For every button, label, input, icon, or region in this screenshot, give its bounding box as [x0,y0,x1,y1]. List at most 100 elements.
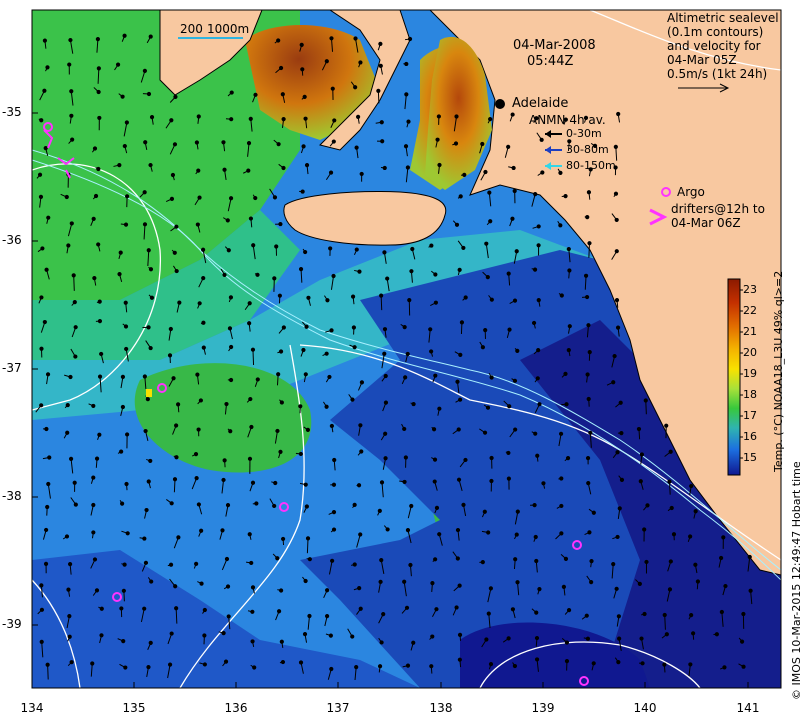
velocity-arrow-head [45,372,51,377]
velocity-arrow-head [303,578,308,584]
velocity-arrow-head [589,559,594,564]
velocity-arrow-head [68,374,73,380]
velocity-arrow-head [359,380,365,385]
velocity-arrow-head [121,638,126,644]
velocity-arrow-head [99,633,104,638]
altimetry-line1: Altimetric sealevel [667,11,779,25]
velocity-arrow-head [172,250,177,255]
velocity-arrow-head [143,140,148,145]
velocity-arrow-head [455,379,460,384]
velocity-arrow-head [559,293,564,298]
velocity-arrow-head [305,536,311,541]
lat-tick: -35 [2,105,22,119]
velocity-arrow-head [539,137,544,142]
velocity-arrow-head [142,222,148,227]
velocity-arrow-head [273,480,278,486]
velocity-arrow-head [307,613,312,619]
velocity-arrow-head [533,534,538,540]
velocity-arrow-head [614,298,620,303]
velocity-arrow-head [148,267,154,272]
velocity-arrow-head [353,36,358,41]
velocity-arrow-head [585,372,590,377]
velocity-arrow-head [123,665,128,670]
velocity-arrow-head [73,354,78,359]
velocity-arrow-head [247,456,253,461]
velocity-arrow-head [301,144,306,149]
velocity-arrow-head [428,327,433,332]
velocity-arrow-head [274,244,279,249]
velocity-arrow-head [303,372,308,377]
velocity-arrow-head [298,267,304,272]
velocity-arrow-head [407,298,412,303]
image-date: 04-Mar-2008 [513,38,596,53]
velocity-arrow-head [279,639,284,644]
velocity-arrow-head [614,586,619,591]
velocity-arrow-head [64,534,70,539]
velocity-arrow-head [124,346,129,352]
colorbar-tick: 18 [743,388,757,401]
velocity-arrow-head [567,324,572,329]
velocity-arrow-head [741,664,746,669]
velocity-arrow-head [324,351,329,356]
velocity-arrow-head [220,528,225,533]
velocity-arrow-head [124,481,129,487]
velocity-arrow-head [145,397,150,402]
velocity-arrow-head [638,479,643,484]
velocity-arrow-head [436,114,441,119]
velocity-arrow-head [433,300,438,305]
velocity-arrow-head [664,423,669,428]
velocity-arrow-head [174,224,179,229]
velocity-arrow-head [722,665,727,670]
velocity-arrow [175,608,178,624]
velocity-arrow-head [379,640,384,645]
velocity-arrow-head [331,273,336,279]
velocity-arrow-head [510,607,516,612]
velocity-arrow-head [611,562,616,567]
velocity-arrow-head [488,662,494,667]
velocity-arrow-head [489,297,494,302]
colorbar-tick: 19 [743,367,757,380]
velocity-arrow-head [324,404,329,409]
velocity-arrow-head [304,163,310,168]
velocity-arrow-head [325,298,330,303]
velocity-arrow-head [142,68,147,74]
velocity-arrow-head [558,170,563,175]
velocity-arrow-head [512,378,518,383]
velocity-arrow-head [329,36,334,41]
velocity-arrow-head [254,501,259,506]
velocity-arrow-head [483,169,488,175]
scale-bar-depth-label: 1000m [207,22,250,36]
velocity-arrow-head [42,319,47,325]
velocity-arrow-head [637,581,642,586]
velocity-arrow-head [65,402,70,408]
velocity-arrow-head [276,142,281,147]
velocity-arrow-head [430,634,435,639]
velocity-arrow-head [281,165,286,171]
velocity-arrow-head [46,215,51,220]
velocity-arrow-head [99,606,104,611]
velocity-arrow-head [456,477,462,482]
velocity-arrow-head [221,631,226,636]
velocity-arrow-head [456,427,461,432]
velocity-arrow-head [45,65,50,70]
velocity-arrow-head [461,245,466,251]
velocity-arrow-head [535,453,540,458]
velocity-arrow-head [378,41,383,46]
velocity-arrow-head [411,640,416,645]
velocity-arrow-head [618,400,623,405]
velocity-arrow-head [196,427,201,432]
velocity-arrow-head [197,195,202,200]
velocity-arrow-head [437,532,442,537]
velocity-arrow-head [356,483,362,488]
velocity-arrow-head [118,250,123,255]
velocity-arrow-head [176,402,181,407]
velocity-arrow-head [299,42,304,47]
velocity-arrow-head [148,458,153,464]
velocity-arrow-head [148,34,153,39]
velocity-arrow-head [616,111,621,117]
velocity-arrow-head [431,427,437,432]
velocity-arrow-head [92,275,97,281]
anmn-depth-label: 80-150m [566,159,616,172]
velocity-arrow-head [193,452,199,457]
velocity-arrow-head [563,194,568,199]
